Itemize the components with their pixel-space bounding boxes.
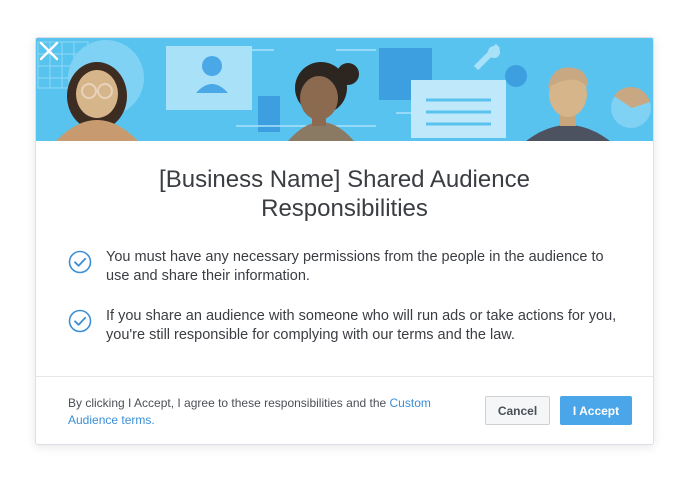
check-circle-icon	[68, 309, 92, 333]
close-icon[interactable]	[36, 38, 62, 64]
header-banner	[36, 38, 653, 141]
shared-audience-dialog: [Business Name] Shared Audience Responsi…	[35, 37, 654, 445]
check-circle-icon	[68, 250, 92, 274]
terms-notice-text: By clicking I Accept, I agree to these r…	[68, 396, 390, 410]
footer-divider	[36, 376, 653, 377]
terms-notice: By clicking I Accept, I agree to these r…	[68, 395, 458, 429]
cancel-button[interactable]: Cancel	[485, 396, 550, 425]
responsibility-text: You must have any necessary permissions …	[106, 249, 604, 284]
responsibility-text: If you share an audience with someone wh…	[106, 308, 617, 343]
banner-illustration	[36, 38, 653, 141]
dialog-title: [Business Name] Shared Audience Responsi…	[159, 166, 530, 222]
accept-button[interactable]: I Accept	[560, 396, 632, 425]
